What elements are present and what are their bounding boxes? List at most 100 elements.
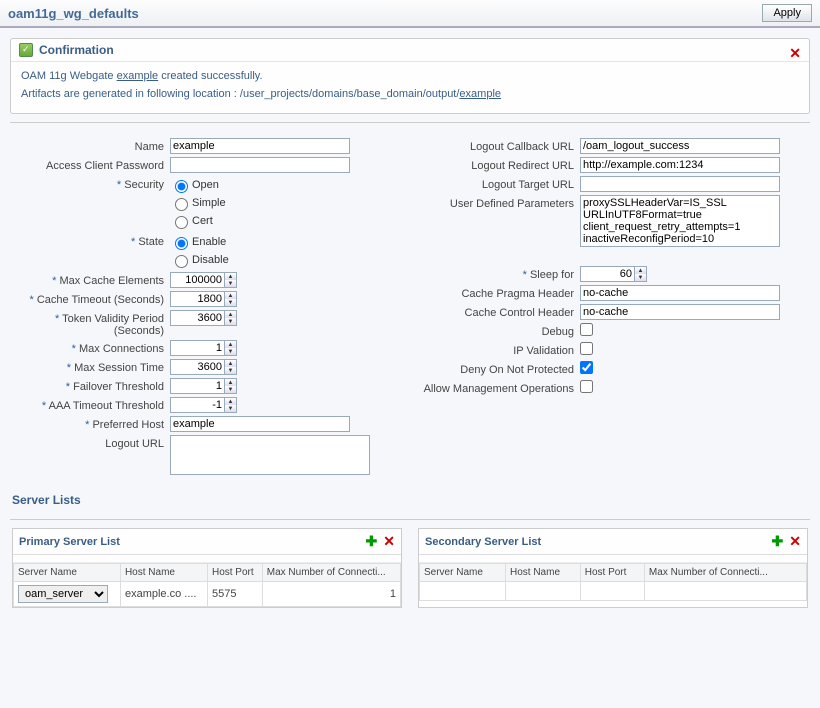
conf-text: OAM 11g Webgate [21, 70, 117, 82]
spinner-up-icon[interactable]: ▲ [225, 379, 236, 386]
failover-threshold-input[interactable] [170, 378, 225, 394]
max-connections-label: Max Connections [10, 340, 170, 355]
cache-control-header-label: Cache Control Header [420, 304, 580, 319]
spinner-down-icon[interactable]: ▼ [225, 386, 236, 393]
logout-target-url-label: Logout Target URL [420, 176, 580, 191]
token-validity-input[interactable] [170, 310, 225, 326]
spinner-down-icon[interactable]: ▼ [225, 405, 236, 412]
state-enable-radio[interactable] [175, 237, 188, 250]
max-cache-elements-input[interactable] [170, 272, 225, 288]
logout-callback-url-input[interactable] [580, 138, 780, 154]
deny-not-protected-label: Deny On Not Protected [420, 361, 580, 376]
cache-timeout-label: Cache Timeout (Seconds) [10, 291, 170, 306]
debug-label: Debug [420, 323, 580, 338]
delete-icon[interactable]: ✕ [789, 533, 801, 550]
delete-icon[interactable]: ✕ [383, 533, 395, 550]
col-max-connections: Max Number of Connecti... [262, 564, 400, 582]
allow-management-operations-checkbox[interactable] [580, 380, 593, 393]
security-label: Security [10, 176, 170, 191]
spinner-up-icon[interactable]: ▲ [225, 341, 236, 348]
security-radio-group: Open Simple Cert [170, 176, 400, 230]
close-icon[interactable]: ✕ [789, 45, 801, 62]
col-server-name: Server Name [14, 564, 121, 582]
ip-validation-label: IP Validation [420, 342, 580, 357]
debug-checkbox[interactable] [580, 323, 593, 336]
aaa-timeout-label: AAA Timeout Threshold [10, 397, 170, 412]
confirmation-title: Confirmation [39, 43, 114, 57]
primary-server-table: Server Name Host Name Host Port Max Numb… [13, 563, 401, 607]
spinner-down-icon[interactable]: ▼ [225, 367, 236, 374]
logout-url-input[interactable] [170, 435, 370, 475]
sleep-for-label: Sleep for [420, 266, 580, 281]
secondary-server-table: Server Name Host Name Host Port Max Numb… [419, 563, 807, 601]
logout-redirect-url-input[interactable] [580, 157, 780, 173]
spinner-up-icon[interactable]: ▲ [225, 292, 236, 299]
add-icon[interactable]: ✚ [366, 533, 378, 550]
server-name-select[interactable]: oam_server [18, 585, 108, 603]
deny-not-protected-checkbox[interactable] [580, 361, 593, 374]
name-label: Name [10, 138, 170, 153]
aaa-timeout-input[interactable] [170, 397, 225, 413]
page-header: oam11g_wg_defaults Apply [0, 0, 820, 28]
primary-server-list-panel: Primary Server List ✚ ✕ Server Name Host… [12, 528, 402, 608]
security-open-radio[interactable] [175, 180, 188, 193]
sleep-for-input[interactable] [580, 266, 635, 282]
name-input[interactable] [170, 138, 350, 154]
max-session-time-input[interactable] [170, 359, 225, 375]
form-right-column: Logout Callback URL Logout Redirect URL … [420, 135, 810, 481]
col-server-name: Server Name [420, 564, 506, 582]
security-cert-radio[interactable] [175, 216, 188, 229]
spinner-down-icon[interactable]: ▼ [635, 274, 646, 281]
max-conn-cell: 1 [262, 582, 400, 607]
confirmation-icon [19, 43, 33, 57]
spinner-down-icon[interactable]: ▼ [225, 348, 236, 355]
spinner-up-icon[interactable]: ▲ [225, 360, 236, 367]
preferred-host-input[interactable] [170, 416, 350, 432]
conf-link-1[interactable]: example [117, 70, 159, 82]
state-label: State [10, 233, 170, 248]
conf-link-2[interactable]: example [459, 88, 501, 100]
host-port-cell: 5575 [207, 582, 262, 607]
server-lists: Primary Server List ✚ ✕ Server Name Host… [0, 528, 820, 620]
cache-control-header-input[interactable] [580, 304, 780, 320]
token-validity-label: Token Validity Period (Seconds) [10, 310, 170, 337]
divider [10, 122, 810, 123]
server-lists-title: Server Lists [0, 485, 820, 511]
spinner-up-icon[interactable]: ▲ [225, 311, 236, 318]
cache-timeout-input[interactable] [170, 291, 225, 307]
logout-target-url-input[interactable] [580, 176, 780, 192]
divider [10, 519, 810, 520]
form-area: Name Access Client Password Security Ope… [0, 131, 820, 485]
conf-text: created successfully. [158, 70, 262, 82]
col-max-connections: Max Number of Connecti... [644, 564, 806, 582]
spinner-up-icon[interactable]: ▲ [225, 273, 236, 280]
form-left-column: Name Access Client Password Security Ope… [10, 135, 400, 481]
col-host-name: Host Name [506, 564, 581, 582]
cache-pragma-header-input[interactable] [580, 285, 780, 301]
spinner-down-icon[interactable]: ▼ [225, 318, 236, 325]
user-defined-parameters-input[interactable]: proxySSLHeaderVar=IS_SSL URLInUTF8Format… [580, 195, 780, 247]
cache-pragma-header-label: Cache Pragma Header [420, 285, 580, 300]
spinner-up-icon[interactable]: ▲ [225, 398, 236, 405]
col-host-name: Host Name [120, 564, 207, 582]
allow-management-operations-label: Allow Management Operations [420, 380, 580, 395]
spinner-down-icon[interactable]: ▼ [225, 280, 236, 287]
spinner-down-icon[interactable]: ▼ [225, 299, 236, 306]
conf-text: Artifacts are generated in following loc… [21, 88, 459, 100]
apply-button[interactable]: Apply [762, 4, 812, 22]
access-client-password-label: Access Client Password [10, 157, 170, 172]
security-simple-radio[interactable] [175, 198, 188, 211]
spinner-up-icon[interactable]: ▲ [635, 267, 646, 274]
ip-validation-checkbox[interactable] [580, 342, 593, 355]
add-icon[interactable]: ✚ [772, 533, 784, 550]
table-row[interactable]: oam_server example.co .... 5575 1 [14, 582, 401, 607]
access-client-password-input[interactable] [170, 157, 350, 173]
secondary-server-list-title: Secondary Server List [425, 536, 541, 548]
state-disable-radio[interactable] [175, 255, 188, 268]
logout-redirect-url-label: Logout Redirect URL [420, 157, 580, 172]
confirmation-body: OAM 11g Webgate example created successf… [11, 62, 809, 113]
max-connections-input[interactable] [170, 340, 225, 356]
state-radio-group: Enable Disable [170, 233, 400, 269]
col-host-port: Host Port [580, 564, 644, 582]
failover-threshold-label: Failover Threshold [10, 378, 170, 393]
